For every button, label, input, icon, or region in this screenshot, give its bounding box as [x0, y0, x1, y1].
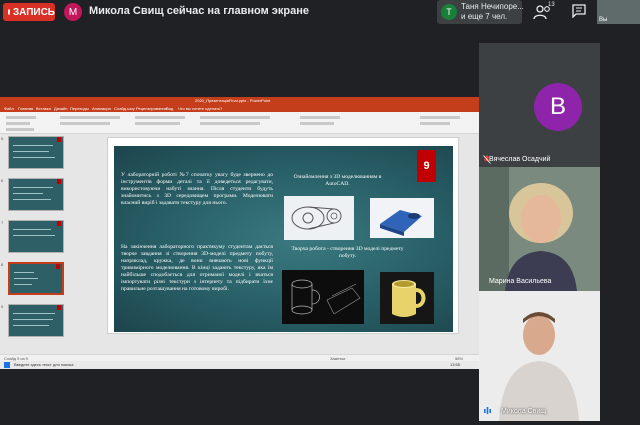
ppt-menu-file[interactable]: Файл [4, 105, 14, 112]
self-view-label: Вы [599, 17, 608, 23]
ribbon-group[interactable] [420, 116, 460, 119]
thumb-line [14, 272, 34, 273]
thumb-marker [57, 221, 61, 226]
ppt-status-bar: Слайд 9 из 9 Заметки 58% [0, 354, 479, 361]
ribbon-group[interactable] [300, 122, 334, 125]
windows-taskbar: Введите здесь текст для поиска 13:55 [0, 361, 479, 369]
ribbon-group[interactable] [420, 122, 450, 125]
ribbon-group[interactable] [6, 128, 34, 131]
meet-window: ЗАПИСЬ М Микола Свищ сейчас на главном э… [0, 0, 640, 425]
ppt-window-title: 2020_ПрезентаціяFinal.pptx - PowerPoint [195, 98, 271, 103]
ppt-menu-transitions[interactable]: Переходы [70, 105, 89, 112]
current-slide: 9 У лабораторній роботі №7 спочатку уваг… [107, 137, 459, 334]
slide-heading-2: Творча робота - створення 3D моделі пред… [291, 246, 404, 259]
ribbon-group[interactable] [135, 116, 185, 119]
slide-thumbnail[interactable] [8, 178, 64, 211]
slide-thumbnail-selected[interactable] [8, 262, 64, 295]
ppt-menu-animations[interactable]: Анимация [92, 105, 111, 112]
presenter-avatar: М [64, 3, 82, 21]
thumb-number: 5 [1, 136, 4, 141]
join-notification[interactable]: Т Таня Нечипоре... и еще 7 чел. [437, 0, 524, 24]
ppt-menu-search[interactable]: Что вы хотите сделать? [178, 105, 222, 112]
thumb-number: 9 [1, 304, 4, 309]
participant-tile-active[interactable]: Микола Свищ [479, 291, 600, 421]
record-button[interactable]: ЗАПИСЬ [3, 3, 55, 21]
record-label: ЗАПИСЬ [12, 6, 55, 18]
speaking-indicator-icon [484, 407, 491, 414]
notification-line-2: и еще 7 чел. [461, 12, 508, 21]
ribbon-group[interactable] [200, 116, 270, 119]
thumb-line [13, 193, 43, 194]
thumb-marker [57, 179, 61, 184]
ribbon-group[interactable] [200, 122, 260, 125]
ppt-menu-bar: Файл Главная Вставка Дизайн Переходы Ани… [0, 105, 479, 112]
record-dot-icon [8, 9, 10, 15]
notification-avatar: Т [441, 4, 457, 20]
thumb-line [14, 284, 32, 285]
thumb-marker [57, 137, 61, 142]
top-bar: ЗАПИСЬ М Микола Свищ сейчас на главном э… [0, 0, 640, 24]
ppt-menu-review[interactable]: Рецензирование [136, 105, 167, 112]
wireframe-cup-image [282, 270, 364, 324]
ppt-ribbon [0, 112, 479, 134]
slide-paragraph-1: У лабораторній роботі №7 спочатку увагу … [121, 172, 273, 206]
self-view-thumbnail[interactable]: Вы [597, 0, 640, 24]
textured-cup-image [380, 272, 434, 324]
participant-tile[interactable]: В Вячеслав Осадчий [479, 43, 600, 167]
slide-paragraph-2: На закінчення лабораторного практикуму с… [121, 244, 273, 292]
thumb-line [13, 145, 53, 146]
autocad-drawing-image [284, 196, 354, 240]
notification-line-1: Таня Нечипоре... [461, 2, 524, 11]
participant-video [479, 291, 600, 421]
taskbar-search[interactable]: Введите здесь текст для поиска [14, 361, 73, 369]
thumb-line [14, 278, 38, 279]
slide-heading-1: Ознайомлення з 3D моделюванням в AutoCAD… [293, 174, 382, 187]
thumb-line [13, 157, 55, 158]
ppt-title-bar: 2020_ПрезентаціяFinal.pptx - PowerPoint [0, 97, 479, 105]
participant-tile[interactable]: Марина Васильева [479, 167, 600, 291]
thumb-line [13, 199, 51, 200]
thumb-line [13, 319, 53, 320]
thumb-line [13, 325, 49, 326]
ppt-menu-slideshow[interactable]: Слайд-шоу [114, 105, 135, 112]
thumb-line [13, 187, 53, 188]
participant-avatar: В [534, 83, 582, 131]
thumb-line [13, 229, 51, 230]
windows-start-icon[interactable] [4, 362, 10, 368]
ppt-menu-view[interactable]: Вид [166, 105, 173, 112]
ribbon-group[interactable] [6, 122, 30, 125]
thumb-number: 8 [1, 262, 4, 267]
thumb-line [13, 235, 55, 236]
taskbar-clock: 13:55 [450, 362, 461, 367]
ribbon-group[interactable] [135, 122, 180, 125]
chat-icon[interactable] [572, 4, 586, 18]
slide-thumbnail[interactable] [8, 220, 64, 253]
participants-count: 13 [548, 2, 555, 8]
participant-name: Вячеслав Осадчий [489, 156, 551, 163]
ppt-menu-insert[interactable]: Вставка [36, 105, 51, 112]
thumb-marker [56, 264, 60, 269]
presenter-status-text: Микола Свищ сейчас на главном экране [89, 5, 309, 17]
thumb-number: 7 [1, 220, 4, 225]
participant-name: Марина Васильева [489, 278, 552, 285]
slide-background: 9 У лабораторній роботі №7 спочатку уваг… [114, 146, 453, 332]
slide-number-badge: 9 [417, 150, 436, 182]
ribbon-group[interactable] [60, 116, 120, 119]
slide-thumbnail[interactable] [8, 136, 64, 169]
ribbon-group[interactable] [300, 116, 340, 119]
thumb-line [13, 151, 49, 152]
ppt-menu-home[interactable]: Главная [18, 105, 33, 112]
thumb-number: 6 [1, 178, 4, 183]
thumb-line [13, 313, 55, 314]
slide-thumbnails-pane: 5 6 7 8 9 [0, 134, 72, 354]
thumb-marker [57, 305, 61, 310]
autocad-3d-model-image [370, 198, 434, 238]
participant-video [479, 167, 600, 291]
participant-name: Микола Свищ [501, 408, 546, 415]
ppt-menu-design[interactable]: Дизайн [54, 105, 67, 112]
ribbon-group[interactable] [6, 116, 36, 119]
ribbon-group[interactable] [60, 122, 110, 125]
slide-thumbnail[interactable] [8, 304, 64, 337]
